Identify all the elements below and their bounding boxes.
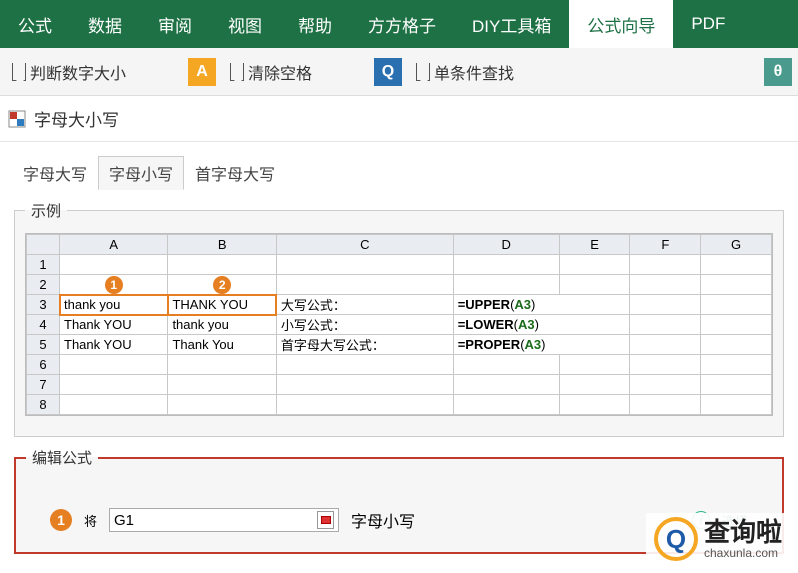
cell[interactable]: Thank You xyxy=(168,335,276,355)
tab-lowercase[interactable]: 字母小写 xyxy=(98,156,184,190)
bookmark-icon xyxy=(416,63,430,81)
badge-2: 2 xyxy=(213,276,231,294)
edit-legend: 编辑公式 xyxy=(26,447,98,468)
toolbar-theta-icon[interactable]: θ xyxy=(764,58,792,86)
cell[interactable]: =PROPER(A3) xyxy=(453,335,630,355)
ribbon-tab-help[interactable]: 帮助 xyxy=(280,0,350,48)
example-legend: 示例 xyxy=(25,200,67,221)
dialog-title: 字母大小写 xyxy=(34,106,119,131)
row-header[interactable]: 6 xyxy=(27,355,60,375)
cell[interactable]: =UPPER(A3) xyxy=(453,295,630,315)
cell[interactable]: Thank YOU xyxy=(60,335,168,355)
watermark-logo-icon: Q xyxy=(654,517,698,561)
ribbon-tab-pdf[interactable]: PDF xyxy=(673,0,743,48)
row-header[interactable]: 1 xyxy=(27,255,60,275)
tab-uppercase[interactable]: 字母大写 xyxy=(12,156,98,190)
ribbon-tab-formula-wizard[interactable]: 公式向导 xyxy=(569,0,673,48)
tab-proper[interactable]: 首字母大写 xyxy=(184,156,286,190)
col-header[interactable]: C xyxy=(276,235,453,255)
select-all-corner[interactable] xyxy=(27,235,60,255)
ribbon-tab-diy[interactable]: DIY工具箱 xyxy=(454,0,569,48)
watermark-url: chaxunla.com xyxy=(704,547,782,560)
ribbon-tab-view[interactable]: 视图 xyxy=(210,0,280,48)
example-sheet: A B C D E F G 1 2 1 2 3 thank you THANK … xyxy=(25,233,773,416)
cell-ref-input[interactable] xyxy=(114,512,313,529)
mode-label: 字母小写 xyxy=(351,508,415,532)
ribbon-tab-formula[interactable]: 公式 xyxy=(0,0,70,48)
ribbon-tab-review[interactable]: 审阅 xyxy=(140,0,210,48)
col-header[interactable]: F xyxy=(630,235,701,255)
cell-ref-input-wrap xyxy=(109,508,339,532)
step-badge-1: 1 xyxy=(50,509,72,531)
bookmark-icon xyxy=(12,63,26,81)
row-header[interactable]: 5 xyxy=(27,335,60,355)
toolbar: 判断数字大小 A 清除空格 Q 单条件查找 θ xyxy=(0,48,798,96)
cell[interactable]: thank you xyxy=(168,315,276,335)
bookmark-icon xyxy=(230,63,244,81)
dialog-header: 字母大小写 xyxy=(0,96,798,142)
cell[interactable]: 大写公式： xyxy=(276,295,453,315)
toolbar-a-icon[interactable]: A xyxy=(188,58,216,86)
watermark-text: 查询啦 xyxy=(704,518,782,547)
row-header[interactable]: 2 xyxy=(27,275,60,295)
badge-1: 1 xyxy=(105,276,123,294)
ribbon-tab-data[interactable]: 数据 xyxy=(70,0,140,48)
row-header[interactable]: 8 xyxy=(27,395,60,415)
row-header[interactable]: 4 xyxy=(27,315,60,335)
toolbar-search-icon[interactable]: Q xyxy=(374,58,402,86)
example-fieldset: 示例 A B C D E F G 1 2 1 2 xyxy=(14,200,784,437)
toolbar-label: 清除空格 xyxy=(248,60,312,84)
cell[interactable]: 小写公式： xyxy=(276,315,453,335)
toolbar-judge-number[interactable]: 判断数字大小 xyxy=(6,60,132,84)
case-icon xyxy=(8,110,26,128)
cell[interactable]: Thank YOU xyxy=(60,315,168,335)
ribbon-tabs: 公式 数据 审阅 视图 帮助 方方格子 DIY工具箱 公式向导 PDF xyxy=(0,0,798,48)
col-header[interactable]: B xyxy=(168,235,276,255)
dialog-tabs: 字母大写 字母小写 首字母大写 xyxy=(0,142,798,190)
ribbon-tab-ffgz[interactable]: 方方格子 xyxy=(350,0,454,48)
col-header[interactable]: A xyxy=(60,235,168,255)
cell[interactable]: thank you xyxy=(60,295,168,315)
cell[interactable]: =LOWER(A3) xyxy=(453,315,630,335)
toolbar-label: 判断数字大小 xyxy=(30,60,126,84)
watermark: Q 查询啦 chaxunla.com xyxy=(646,513,790,565)
col-header[interactable]: E xyxy=(559,235,630,255)
cell[interactable]: THANK YOU xyxy=(168,295,276,315)
toolbar-clear-spaces[interactable]: 清除空格 xyxy=(224,60,318,84)
range-picker-button[interactable] xyxy=(317,511,334,529)
label-jiang: 将 xyxy=(84,511,97,530)
toolbar-single-lookup[interactable]: 单条件查找 xyxy=(410,60,520,84)
cell[interactable]: 首字母大写公式： xyxy=(276,335,453,355)
row-header[interactable]: 3 xyxy=(27,295,60,315)
row-header[interactable]: 7 xyxy=(27,375,60,395)
col-header[interactable]: G xyxy=(701,235,772,255)
col-header[interactable]: D xyxy=(453,235,559,255)
toolbar-label: 单条件查找 xyxy=(434,60,514,84)
